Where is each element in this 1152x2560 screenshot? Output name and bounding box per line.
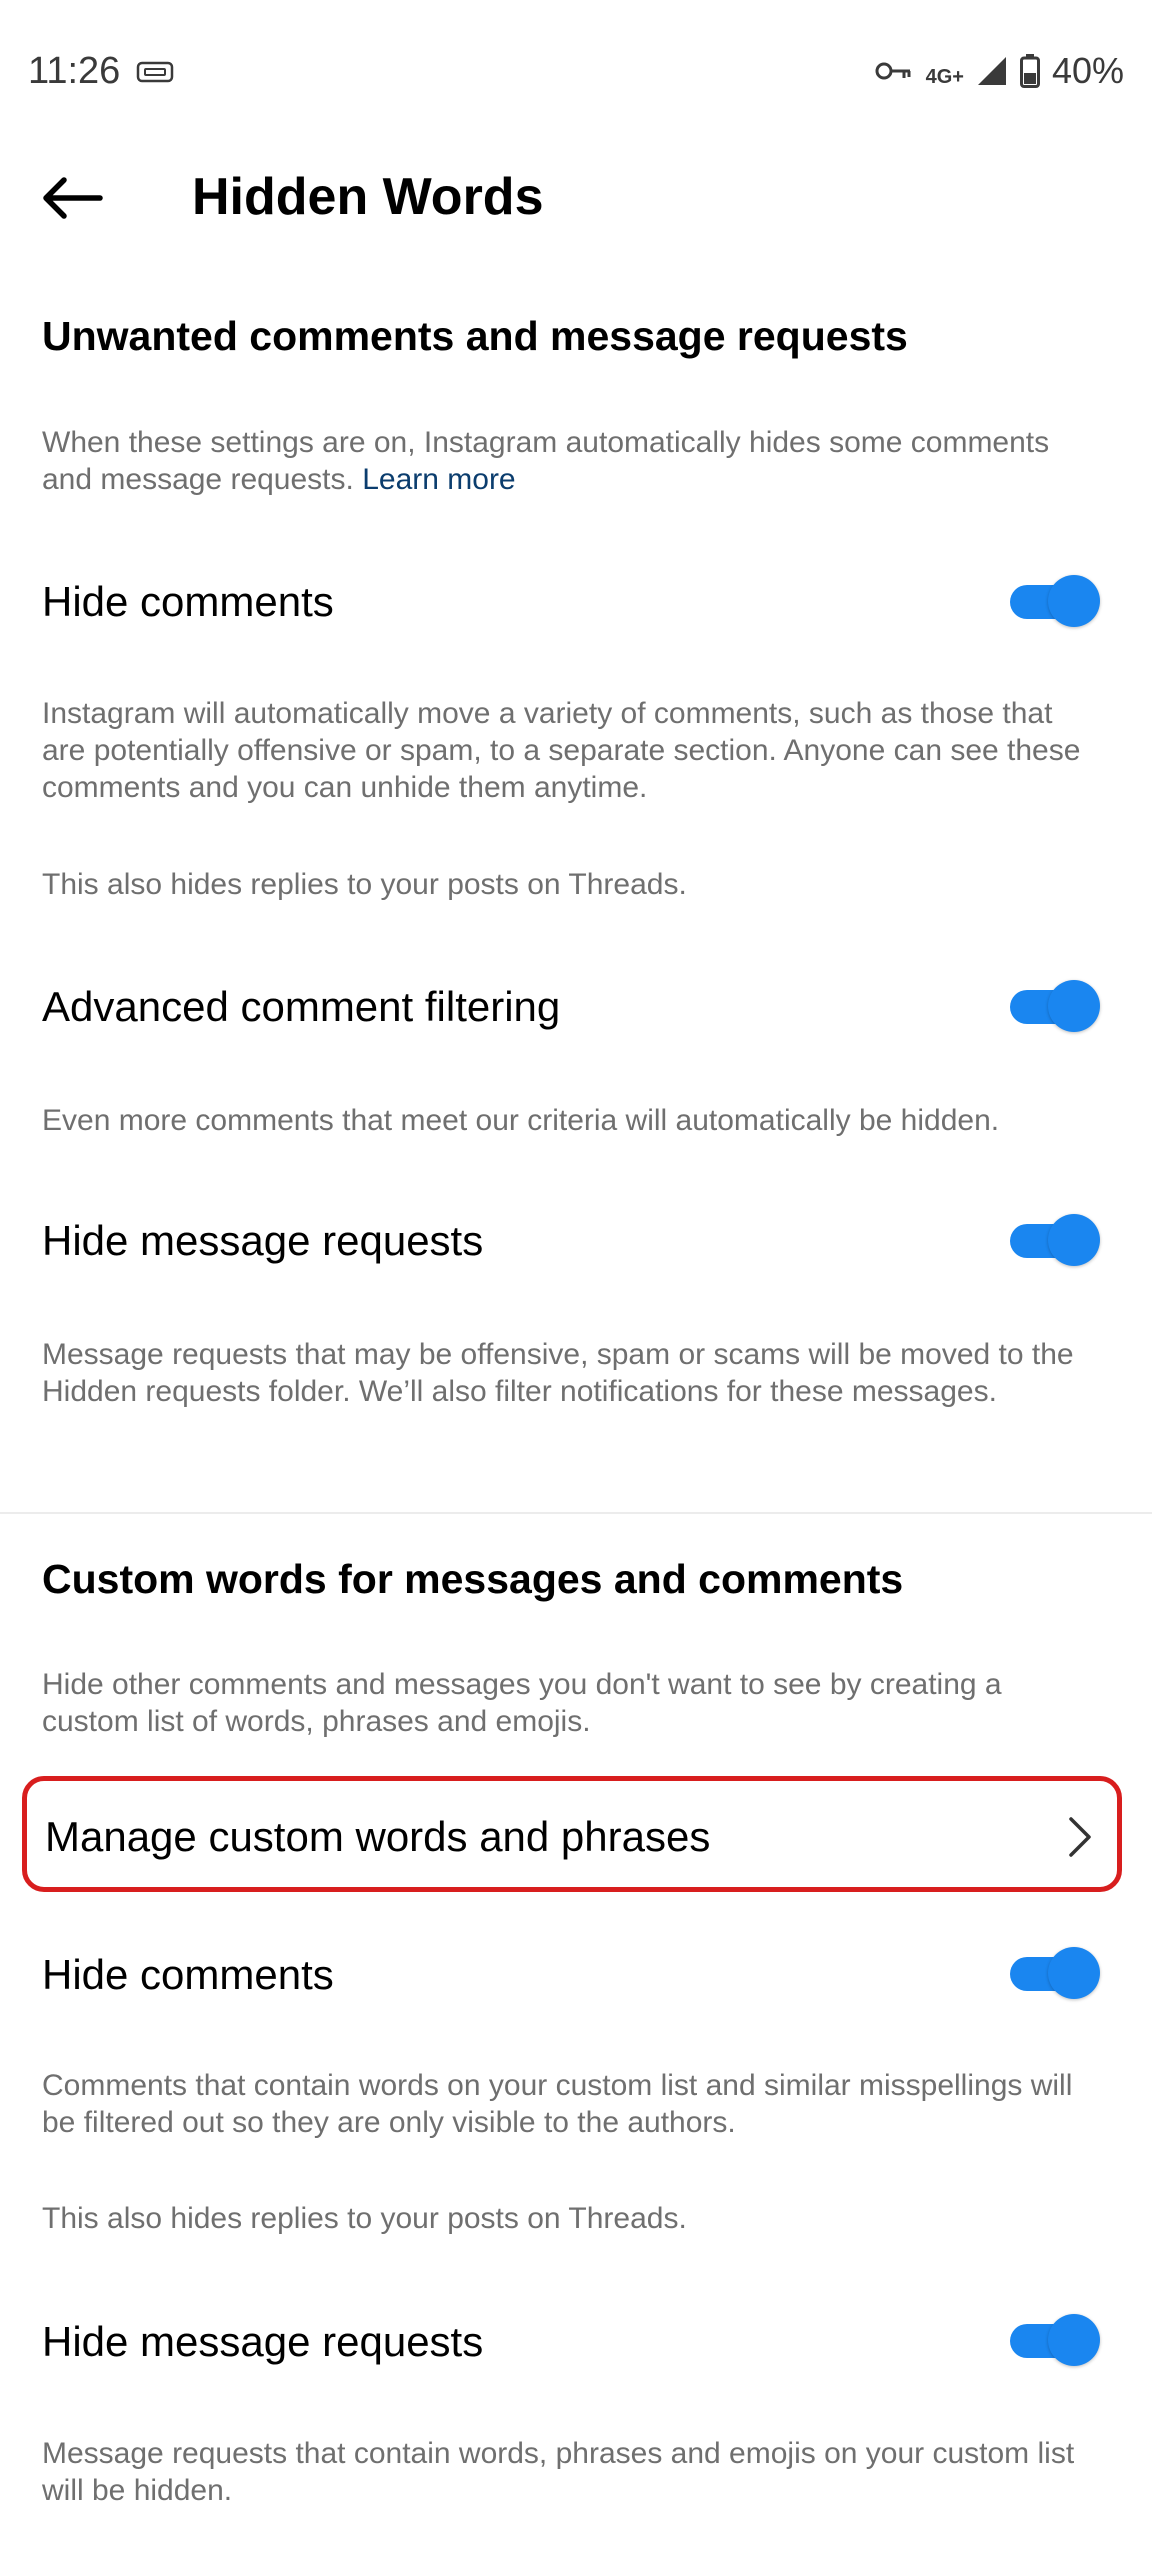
signal-icon xyxy=(977,57,1006,85)
custom-hide-message-requests-description: Message requests that contain words, phr… xyxy=(42,2437,1075,2507)
chevron-right-icon xyxy=(1069,1817,1091,1857)
toggle-knob xyxy=(1048,2314,1100,2366)
unwanted-description-text: When these settings are on, Instagram au… xyxy=(42,426,1050,496)
section-divider xyxy=(0,1512,1152,1514)
unwanted-section-description: When these settings are on, Instagram au… xyxy=(42,424,1082,498)
toggle-knob xyxy=(1048,575,1100,627)
toggle-knob xyxy=(1048,1214,1100,1266)
arrow-left-icon xyxy=(43,177,103,219)
custom-hide-comments-description: Comments that contain words on your cust… xyxy=(42,2069,1073,2139)
hide-message-requests-label: Hide message requests xyxy=(42,1217,484,1264)
manage-custom-words-button[interactable]: Manage custom words and phrases xyxy=(22,1776,1122,1892)
learn-more-link[interactable]: Learn more xyxy=(362,463,515,496)
manage-custom-words-label: Manage custom words and phrases xyxy=(45,1813,711,1860)
toggle-knob xyxy=(1048,1947,1100,1999)
status-icons: 4G+ 40% xyxy=(874,48,1124,94)
advanced-filtering-label: Advanced comment filtering xyxy=(42,983,561,1030)
unwanted-section-heading: Unwanted comments and message requests xyxy=(42,313,908,359)
hide-message-requests-description: Message requests that may be offensive, … xyxy=(42,1338,1074,1408)
key-icon xyxy=(875,62,911,80)
page-title: Hidden Words xyxy=(192,168,544,226)
hide-comments-description: Instagram will automatically move a vari… xyxy=(42,697,1081,804)
network-type: 4G+ xyxy=(925,65,964,88)
battery-icon xyxy=(1019,54,1040,88)
advanced-filtering-toggle[interactable] xyxy=(1010,980,1100,1032)
status-time: 11:26 xyxy=(28,50,121,92)
vpn-icon xyxy=(136,61,174,83)
hide-comments-threads-note: This also hides replies to your posts on… xyxy=(42,868,687,901)
custom-hide-comments-toggle[interactable] xyxy=(1010,1947,1100,1999)
hide-comments-label: Hide comments xyxy=(42,578,334,625)
custom-hide-message-requests-label: Hide message requests xyxy=(42,2318,484,2365)
custom-section-heading: Custom words for messages and comments xyxy=(42,1556,904,1602)
advanced-filtering-description: Even more comments that meet our criteri… xyxy=(42,1104,1000,1137)
custom-hide-comments-threads-note: This also hides replies to your posts on… xyxy=(42,2202,687,2235)
toggle-knob xyxy=(1048,980,1100,1032)
hide-comments-toggle[interactable] xyxy=(1010,575,1100,627)
battery-percent: 40% xyxy=(1051,50,1124,91)
custom-hide-message-requests-toggle[interactable] xyxy=(1010,2314,1100,2366)
back-button[interactable] xyxy=(36,162,108,234)
custom-hide-comments-label: Hide comments xyxy=(42,1951,334,1998)
hide-message-requests-toggle[interactable] xyxy=(1010,1214,1100,1266)
custom-section-description: Hide other comments and messages you don… xyxy=(42,1668,1002,1738)
